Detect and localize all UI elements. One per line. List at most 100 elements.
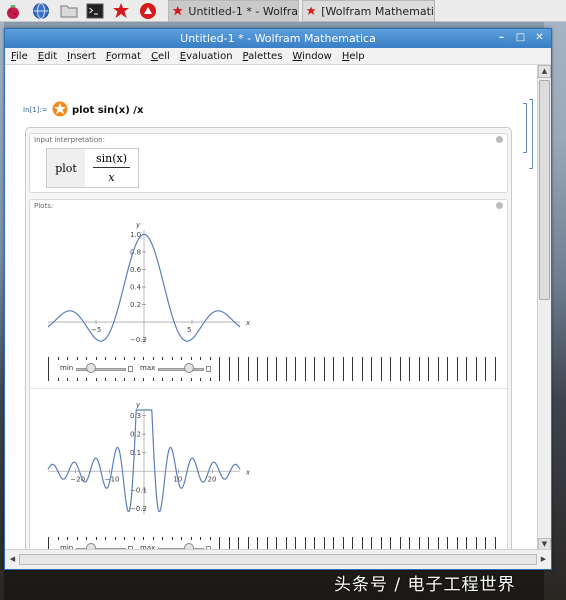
max-slider-thumb[interactable] [184, 363, 194, 373]
slider-tick [333, 357, 334, 381]
scroll-thumb[interactable] [539, 80, 550, 300]
slider-tick [371, 357, 372, 381]
slider-tick [418, 357, 420, 381]
slider-tick [295, 357, 296, 381]
menu-evaluation[interactable]: Evaluation [180, 51, 233, 62]
y-tick-label: 0.6 [130, 266, 142, 274]
close-icon[interactable] [496, 202, 503, 209]
maximize-button[interactable]: □ [515, 32, 526, 44]
slider-tick [494, 357, 496, 381]
interpretation-table: plot sin(x) x [46, 148, 139, 188]
x-tick-label: −5 [91, 326, 101, 334]
slider-tick [485, 357, 486, 381]
y-tick-label: 0.2 [130, 301, 141, 309]
notebook[interactable]: In[1]:= plot sin(x) /x Input interpretat… [5, 65, 537, 551]
y-axis-label: y [135, 401, 141, 409]
menu-insert[interactable]: Insert [67, 51, 96, 62]
x-axis-label: x [245, 468, 251, 476]
scroll-up-icon[interactable]: ▲ [538, 65, 551, 78]
max-label: max [140, 364, 156, 372]
y-axis-label: y [135, 221, 141, 229]
slider-tick [409, 357, 410, 381]
slider-tick [466, 357, 467, 381]
menu-help[interactable]: Help [342, 51, 365, 62]
taskbar: Untitled-1 * - Wolfra [Wolfram Mathemati [0, 0, 566, 22]
pod-title: Input interpretation: [34, 136, 105, 144]
raspberry-icon[interactable] [4, 2, 22, 20]
menu-file[interactable]: File [11, 51, 28, 62]
task-wolfram-mathematica[interactable]: [Wolfram Mathemati [302, 0, 435, 22]
scroll-track[interactable] [19, 554, 537, 565]
x-axis-label: x [245, 319, 251, 327]
task-label: [Wolfram Mathemati [321, 4, 434, 18]
slider-tick [323, 357, 325, 381]
cell-bracket[interactable] [523, 103, 527, 153]
input-expression[interactable]: plot sin(x) /x [72, 105, 143, 116]
mathematica-icon [306, 6, 316, 15]
plot-sinc-zoom: xy−20 −10 10 20−0.2−0.10.10.20.3 [47, 401, 251, 514]
globe-icon[interactable] [32, 2, 50, 20]
task-label: Untitled-1 * - Wolfra [188, 4, 298, 18]
interpretation-fraction: sin(x) x [85, 149, 138, 187]
title-bar[interactable]: Untitled-1 * - Wolfram Mathematica – □ ✕ [5, 29, 551, 48]
slider-tick [447, 357, 448, 381]
menu-bar: File Edit Insert Format Cell Evaluation … [5, 48, 551, 65]
fraction-numerator: sin(x) [92, 152, 131, 168]
menu-window[interactable]: Window [292, 51, 331, 62]
slider-tick [285, 357, 287, 381]
results-container: Input interpretation: plot sin(x) x Plot… [25, 127, 512, 551]
slider-tick [304, 357, 306, 381]
scroll-left-icon[interactable]: ◀ [7, 554, 18, 565]
slider-tick [352, 357, 353, 381]
scroll-right-icon[interactable]: ▶ [538, 554, 549, 565]
max-value-box[interactable] [206, 366, 211, 372]
x-tick-label: 5 [187, 326, 191, 334]
slider-tick [342, 357, 344, 381]
window-title: Untitled-1 * - Wolfram Mathematica [180, 32, 376, 45]
max-slider-track[interactable] [158, 368, 204, 371]
min-slider-track[interactable] [76, 368, 126, 371]
minimize-button[interactable]: – [496, 32, 507, 44]
wolfram-icon[interactable] [139, 2, 157, 20]
x-tick-label: 20 [208, 475, 217, 483]
min-slider-thumb[interactable] [86, 363, 96, 373]
folder-icon[interactable] [60, 2, 78, 20]
watermark-text: 头条号 / 电子工程世界 [334, 575, 516, 595]
wolfram-alpha-icon [52, 101, 68, 117]
fraction-denominator: x [108, 171, 115, 184]
menu-palettes[interactable]: Palettes [243, 51, 283, 62]
task-untitled-1[interactable]: Untitled-1 * - Wolfra [168, 0, 299, 22]
interpretation-command: plot [47, 149, 85, 187]
mathematica-icon[interactable] [112, 2, 130, 20]
plots-pod: Plots: x y −5 5 −0.2 0.2 0.4 0.6 0.8 1.0 min max x… [29, 199, 508, 551]
y-tick-label: −0.2 [130, 505, 147, 513]
slider-tick [380, 357, 382, 381]
plot-sinc-main: xy−5 5−0.20.20.40.60.81.0 [47, 221, 251, 344]
menu-cell[interactable]: Cell [151, 51, 170, 62]
slider-tick [238, 357, 239, 381]
y-tick-label: 0.1 [130, 449, 141, 457]
terminal-icon[interactable] [86, 2, 104, 20]
menu-edit[interactable]: Edit [38, 51, 57, 62]
slider-tick [390, 357, 391, 381]
mathematica-icon [172, 5, 183, 16]
close-icon[interactable] [496, 136, 503, 143]
y-tick-label: −0.2 [130, 336, 147, 344]
y-tick-label: 0.4 [130, 284, 142, 292]
slider-tick [247, 357, 249, 381]
slider-tick [314, 357, 315, 381]
slider-tick [361, 357, 363, 381]
x-tick-label: −10 [105, 475, 120, 483]
close-button[interactable]: ✕ [534, 32, 545, 44]
horizontal-scrollbar[interactable]: ◀ ▶ [5, 549, 551, 569]
menu-format[interactable]: Format [106, 51, 141, 62]
min-value-box[interactable] [128, 366, 133, 372]
slider-tick [456, 357, 458, 381]
slider-tick [437, 357, 439, 381]
vertical-scrollbar[interactable]: ▲ ▼ [537, 65, 551, 551]
group-bracket[interactable] [529, 99, 533, 169]
slider-tick [228, 357, 230, 381]
slider-tick [257, 357, 258, 381]
range-slider-row: min max [46, 357, 506, 381]
slider-tick [399, 357, 401, 381]
